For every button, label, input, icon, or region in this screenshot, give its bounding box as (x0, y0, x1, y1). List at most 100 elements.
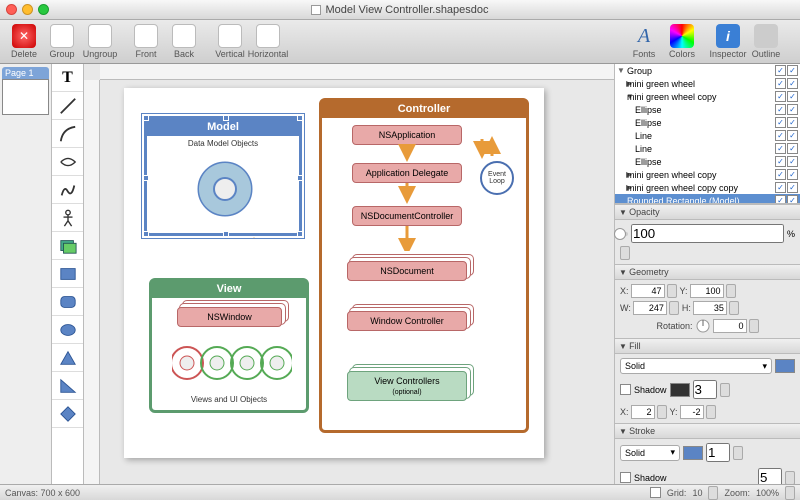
back-icon (172, 24, 196, 48)
vertical-icon (218, 24, 242, 48)
document-icon (311, 5, 321, 15)
outline-icon (754, 24, 778, 48)
fill-section: ▼ Fill Solid▾ Shadow X: Y: (615, 338, 800, 423)
horizontal-button[interactable]: Horizontal (250, 24, 286, 59)
outline-row[interactable]: Ellipse✓✓ (615, 116, 800, 129)
x-stepper[interactable] (667, 284, 677, 298)
node-nsdocument[interactable]: NSDocument (347, 261, 467, 281)
inspector-panel: ▼Group✓✓▶mini green wheel✓✓▼mini green w… (614, 64, 800, 484)
node-nsapplication[interactable]: NSApplication (352, 125, 462, 145)
outline-row[interactable]: ▶mini green wheel✓✓ (615, 77, 800, 90)
node-nsdoccontroller[interactable]: NSDocumentController (352, 206, 462, 226)
pages-panel: Page 1 (0, 64, 52, 484)
rounded-rect-tool[interactable] (52, 288, 83, 316)
controller-title: Controller (321, 100, 527, 118)
freehand-tool[interactable] (52, 176, 83, 204)
controller-panel[interactable]: Controller NSApplication Application Del… (319, 98, 529, 433)
stroke-width-stepper[interactable] (733, 446, 743, 460)
ellipse-tool[interactable] (52, 316, 83, 344)
outline-row[interactable]: ▼mini green wheel copy✓✓ (615, 90, 800, 103)
outline-row[interactable]: Line✓✓ (615, 142, 800, 155)
canvas[interactable]: Model Data Model Objects Controller NSAp… (124, 88, 544, 458)
node-windowcontroller[interactable]: Window Controller (347, 311, 467, 331)
ruler-horizontal (100, 64, 614, 80)
outline-tree[interactable]: ▼Group✓✓▶mini green wheel✓✓▼mini green w… (615, 64, 800, 204)
grid-checkbox[interactable] (650, 487, 661, 498)
grid-stepper[interactable] (708, 486, 718, 500)
stroke-section: ▼ Stroke Solid▾ Shadow (615, 423, 800, 491)
page-thumbnail[interactable] (2, 79, 49, 115)
rotation-stepper[interactable] (749, 319, 759, 333)
colors-button[interactable]: Colors (664, 24, 700, 59)
h-field[interactable] (693, 301, 727, 315)
delete-icon (12, 24, 36, 48)
fill-shadow-checkbox[interactable] (620, 384, 631, 395)
shadow-x-stepper[interactable] (657, 405, 667, 419)
inspector-button[interactable]: Inspector (710, 24, 746, 59)
fill-color-swatch[interactable] (775, 359, 795, 373)
group-button[interactable]: Group (44, 24, 80, 59)
text-tool[interactable]: T (52, 64, 83, 92)
shadow-color-swatch[interactable] (670, 383, 690, 397)
shadow-y-stepper[interactable] (706, 405, 716, 419)
stroke-shadow-checkbox[interactable] (620, 472, 631, 483)
page-tab[interactable]: Page 1 (2, 67, 49, 79)
x-field[interactable] (631, 284, 665, 298)
opacity-stepper[interactable] (620, 246, 630, 260)
canvas-size-label: Canvas: 700 x 600 (5, 488, 80, 498)
outline-row[interactable]: ▼Group✓✓ (615, 64, 800, 77)
w-stepper[interactable] (669, 301, 679, 315)
right-triangle-tool[interactable] (52, 372, 83, 400)
shadow-blur-stepper[interactable] (720, 383, 730, 397)
stroke-shadow-stepper[interactable] (785, 471, 795, 485)
stroke-width-field[interactable] (706, 443, 730, 462)
shadow-blur-field[interactable] (693, 380, 717, 399)
outline-button[interactable]: Outline (748, 24, 784, 59)
outline-row[interactable]: ▶mini green wheel copy✓✓ (615, 168, 800, 181)
outline-row[interactable]: Ellipse✓✓ (615, 103, 800, 116)
y-field[interactable] (690, 284, 724, 298)
triangle-tool[interactable] (52, 344, 83, 372)
canvas-area[interactable]: Model Data Model Objects Controller NSAp… (84, 64, 614, 484)
rectangle-tool[interactable] (52, 260, 83, 288)
curve-tool[interactable] (52, 120, 83, 148)
opacity-slider[interactable] (620, 232, 628, 236)
ui-wheels-icon (172, 341, 292, 386)
horizontal-icon (256, 24, 280, 48)
outline-row[interactable]: Ellipse✓✓ (615, 155, 800, 168)
back-button[interactable]: Back (166, 24, 202, 59)
line-tool[interactable] (52, 92, 83, 120)
node-appdelegate[interactable]: Application Delegate (352, 163, 462, 183)
event-loop[interactable]: Event Loop (480, 161, 514, 195)
zoom-stepper[interactable] (785, 486, 795, 500)
model-panel[interactable]: Model Data Model Objects (144, 116, 302, 236)
opacity-field[interactable] (631, 224, 784, 243)
shadow-x-field[interactable] (631, 405, 655, 419)
outline-row[interactable]: Line✓✓ (615, 129, 800, 142)
image-tool[interactable] (52, 232, 83, 260)
fonts-button[interactable]: AFonts (626, 24, 662, 59)
ruler-vertical (84, 80, 100, 484)
delete-button[interactable]: Delete (6, 24, 42, 59)
vertical-button[interactable]: Vertical (212, 24, 248, 59)
y-stepper[interactable] (726, 284, 736, 298)
node-viewcontrollers[interactable]: View Controllers(optional) (347, 371, 467, 401)
arc-tool[interactable] (52, 148, 83, 176)
diamond-tool[interactable] (52, 400, 83, 428)
node-nswindow[interactable]: NSWindow (177, 307, 282, 327)
w-field[interactable] (633, 301, 667, 315)
ungroup-icon (88, 24, 112, 48)
stroke-color-swatch[interactable] (683, 446, 703, 460)
outline-row[interactable]: Rounded Rectangle (Model)✓✓ (615, 194, 800, 204)
shadow-y-field[interactable] (680, 405, 704, 419)
rotation-dial-icon[interactable] (695, 318, 711, 334)
stroke-style-select[interactable]: Solid▾ (620, 445, 680, 461)
fill-style-select[interactable]: Solid▾ (620, 358, 772, 374)
front-button[interactable]: Front (128, 24, 164, 59)
rotation-field[interactable] (713, 319, 747, 333)
h-stepper[interactable] (729, 301, 739, 315)
outline-row[interactable]: ▶mini green wheel copy copy✓✓ (615, 181, 800, 194)
person-tool[interactable] (52, 204, 83, 232)
ungroup-button[interactable]: Ungroup (82, 24, 118, 59)
view-panel[interactable]: View NSWindow Views and UI Objects (149, 278, 309, 413)
